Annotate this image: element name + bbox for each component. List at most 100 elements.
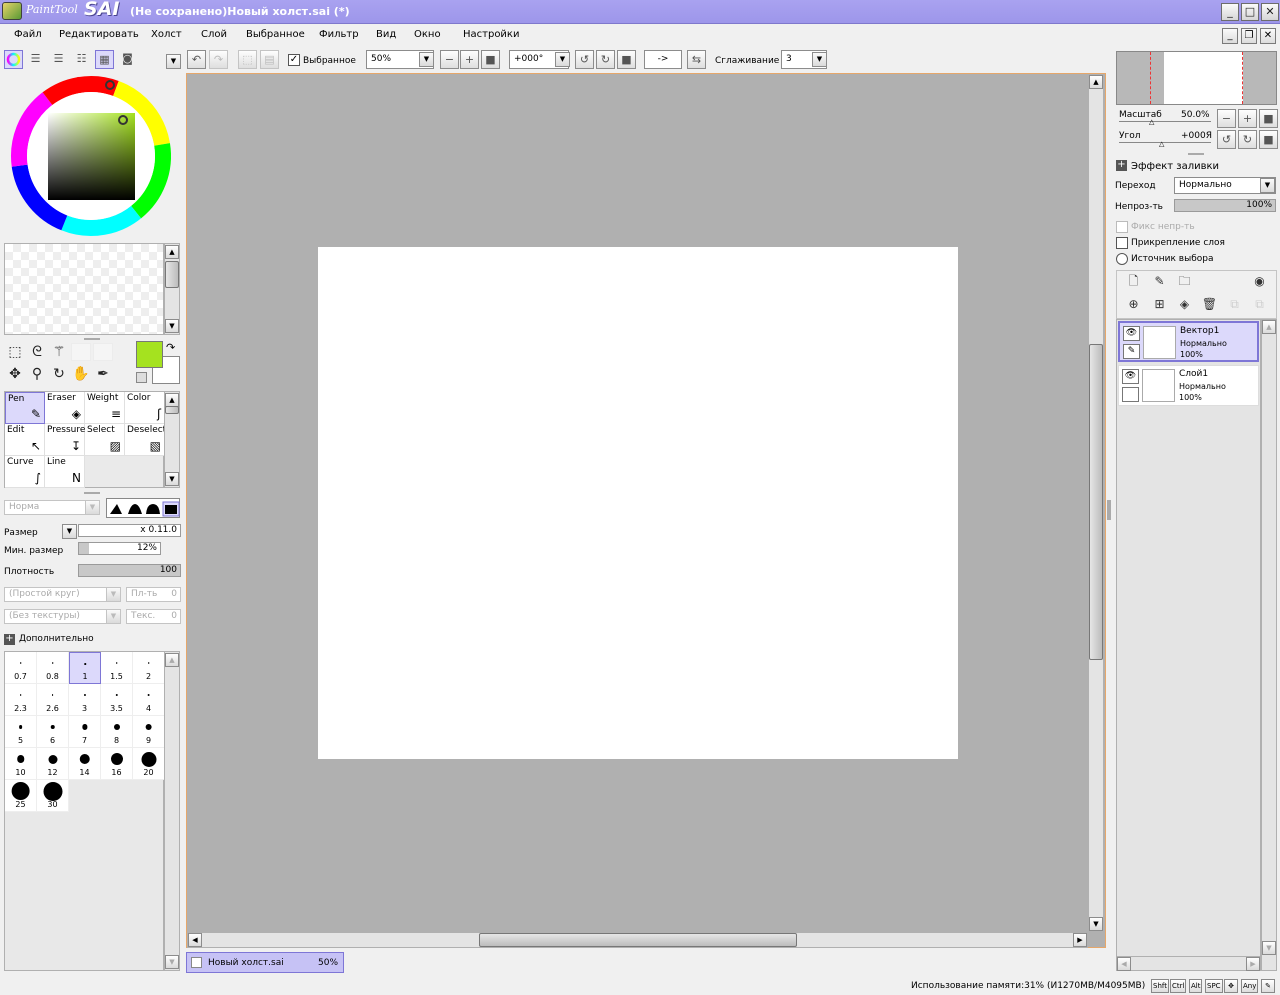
hand-icon[interactable]: ✋ <box>71 364 91 384</box>
close-button[interactable]: ✕ <box>1261 3 1279 21</box>
menu-edit[interactable]: Редактировать <box>59 29 139 40</box>
edit-lock-icon[interactable] <box>1122 387 1139 402</box>
menu-selection[interactable]: Выбранное <box>246 29 305 40</box>
canvas-scroll-right[interactable]: ▶ <box>1073 933 1087 947</box>
nav-rotate-right-button[interactable]: ↻ <box>1238 130 1257 149</box>
brush-size-preset[interactable]: 3.5 <box>101 684 133 716</box>
angle-dropdown[interactable]: ▼ <box>555 52 570 67</box>
brush-size-preset[interactable]: 10 <box>5 748 37 780</box>
brush-size-preset[interactable]: 8 <box>101 716 133 748</box>
nav-angle-slider[interactable] <box>1119 142 1211 143</box>
edge-hardness-selector[interactable] <box>106 498 180 518</box>
brush-line[interactable]: Line N <box>45 456 85 488</box>
eye-icon[interactable]: 👁 <box>1123 326 1140 341</box>
edit-lock-icon[interactable]: ✎ <box>1123 344 1140 359</box>
brush-size-preset[interactable]: 14 <box>69 748 101 780</box>
nav-zoom-slider-handle[interactable]: △ <box>1149 118 1154 126</box>
brush-shape-select[interactable]: (Простой круг) <box>4 587 121 602</box>
rotate-right-button[interactable]: ↻ <box>596 50 615 69</box>
new-layer-icon[interactable]: 🗋 <box>1125 274 1142 291</box>
shape-amount-field[interactable]: Пл-ть 0 <box>126 587 181 602</box>
brush-select[interactable]: Select ▨ <box>85 424 125 456</box>
brush-weight[interactable]: Weight ≡ <box>85 392 125 424</box>
layer-list-scrollbar[interactable] <box>1261 319 1277 971</box>
size-palette-scrollbar[interactable] <box>164 651 180 971</box>
move-icon[interactable]: ✥ <box>5 364 25 384</box>
clear-layer-icon[interactable]: ◈ <box>1176 297 1193 314</box>
color-wheel[interactable] <box>9 74 174 239</box>
brush-texture-select[interactable]: (Без текстуры) <box>4 609 121 624</box>
nav-rotate-left-button[interactable]: ↺ <box>1217 130 1236 149</box>
transfer-down-icon[interactable]: ⊕ <box>1125 297 1142 314</box>
brush-pen[interactable]: Pen ✎ <box>5 392 45 424</box>
layer-item-layer1[interactable]: 👁 Слой1 Нормально 100% <box>1118 365 1259 406</box>
menu-filter[interactable]: Фильтр <box>319 29 359 40</box>
zoom-dropdown[interactable]: ▼ <box>419 52 434 67</box>
canvas-horizontal-thumb[interactable] <box>479 933 797 947</box>
size-multiplier-dropdown[interactable]: ▼ <box>62 524 77 539</box>
color-mixer-tab-icon[interactable]: ☷ <box>72 50 91 69</box>
merge-down-icon[interactable]: ⊞ <box>1151 297 1168 314</box>
zoom-reset-button[interactable]: ■ <box>481 50 500 69</box>
brush-color[interactable]: Color ʃ <box>125 392 165 424</box>
size-palette-scroll-down[interactable]: ▼ <box>165 955 179 969</box>
layer-list-scroll-left[interactable]: ◀ <box>1117 957 1131 971</box>
canvas-scroll-left[interactable]: ◀ <box>188 933 202 947</box>
new-vector-layer-icon[interactable]: ✎ <box>1151 274 1168 291</box>
brush-size-preset[interactable]: 2 <box>133 652 165 684</box>
nav-angle-slider-handle[interactable]: △ <box>1159 140 1164 148</box>
layer-list-scroll-down[interactable]: ▼ <box>1262 941 1276 955</box>
brush-size-preset[interactable]: 0.7 <box>5 652 37 684</box>
swap-colors-icon[interactable]: ↷ <box>166 341 175 354</box>
invert-selection-button[interactable]: ▤ <box>260 50 279 69</box>
mdi-close-button[interactable]: ✕ <box>1260 28 1276 44</box>
canvas-scroll-down[interactable]: ▼ <box>1089 917 1103 931</box>
splitter-handle[interactable] <box>1188 153 1204 155</box>
brush-texture-dropdown[interactable]: ▼ <box>106 609 121 624</box>
menu-window[interactable]: Окно <box>414 29 441 40</box>
new-folder-icon[interactable]: 🗀 <box>1176 274 1193 291</box>
clipping-checkbox[interactable] <box>1116 237 1128 249</box>
splitter-handle[interactable] <box>84 492 100 494</box>
brush-deselect[interactable]: Deselect ▧ <box>125 424 166 456</box>
layer-list-scroll-right[interactable]: ▶ <box>1246 957 1260 971</box>
selection-source-radio[interactable] <box>1116 253 1128 265</box>
delete-mask-icon[interactable]: ⧉ <box>1251 297 1268 314</box>
maximize-button[interactable]: □ <box>1241 3 1259 21</box>
undo-button[interactable]: ↶ <box>187 50 206 69</box>
layer-mask-icon[interactable]: ◉ <box>1251 274 1268 291</box>
panel-splitter[interactable] <box>1107 500 1111 520</box>
nav-zoom-in-button[interactable]: + <box>1238 109 1257 128</box>
brush-size-preset[interactable]: 3 <box>69 684 101 716</box>
brush-size-preset[interactable]: 12 <box>37 748 69 780</box>
brush-grid-scroll-down[interactable]: ▼ <box>165 472 179 486</box>
minimize-button[interactable]: _ <box>1221 3 1239 21</box>
rotate-icon[interactable]: ↻ <box>49 364 69 384</box>
menu-settings[interactable]: Настройки <box>463 29 519 40</box>
brush-size-preset[interactable]: 4 <box>133 684 165 716</box>
flip-horizontal-button[interactable]: ⇆ <box>687 50 706 69</box>
swatches-tab-icon[interactable]: ▦ <box>95 50 114 69</box>
brush-size-preset[interactable]: 20 <box>133 748 165 780</box>
brush-size-preset[interactable]: 0.8 <box>37 652 69 684</box>
brush-size-preset[interactable]: 25 <box>5 780 37 812</box>
layer-blend-dropdown[interactable]: ▼ <box>1260 178 1275 193</box>
nav-zoom-slider[interactable] <box>1119 121 1211 122</box>
nav-zoom-out-button[interactable]: − <box>1217 109 1236 128</box>
rect-select-icon[interactable]: ⬚ <box>5 342 25 362</box>
mdi-minimize-button[interactable]: _ <box>1222 28 1238 44</box>
document-canvas[interactable] <box>318 247 958 759</box>
rgb-sliders-tab-icon[interactable]: ☰ <box>26 50 45 69</box>
selection-checkbox[interactable]: ✓ <box>288 54 300 66</box>
fill-effect-label[interactable]: Эффект заливки <box>1131 161 1219 172</box>
nav-zoom-reset-button[interactable]: ■ <box>1259 109 1278 128</box>
brush-shape-dropdown[interactable]: ▼ <box>106 587 121 602</box>
nav-zoom-value[interactable]: 50.0% <box>1181 110 1210 120</box>
brush-edit[interactable]: Edit ↖ <box>5 424 45 456</box>
brush-size-preset[interactable]: 1 <box>69 652 101 684</box>
delete-layer-icon[interactable]: 🗑 <box>1201 297 1218 314</box>
scratchpad-scroll-thumb[interactable] <box>165 261 179 288</box>
redo-button[interactable]: ↷ <box>209 50 228 69</box>
smoothing-dropdown[interactable]: ▼ <box>812 52 827 67</box>
document-tab[interactable]: Новый холст.sai 50% <box>186 952 344 973</box>
